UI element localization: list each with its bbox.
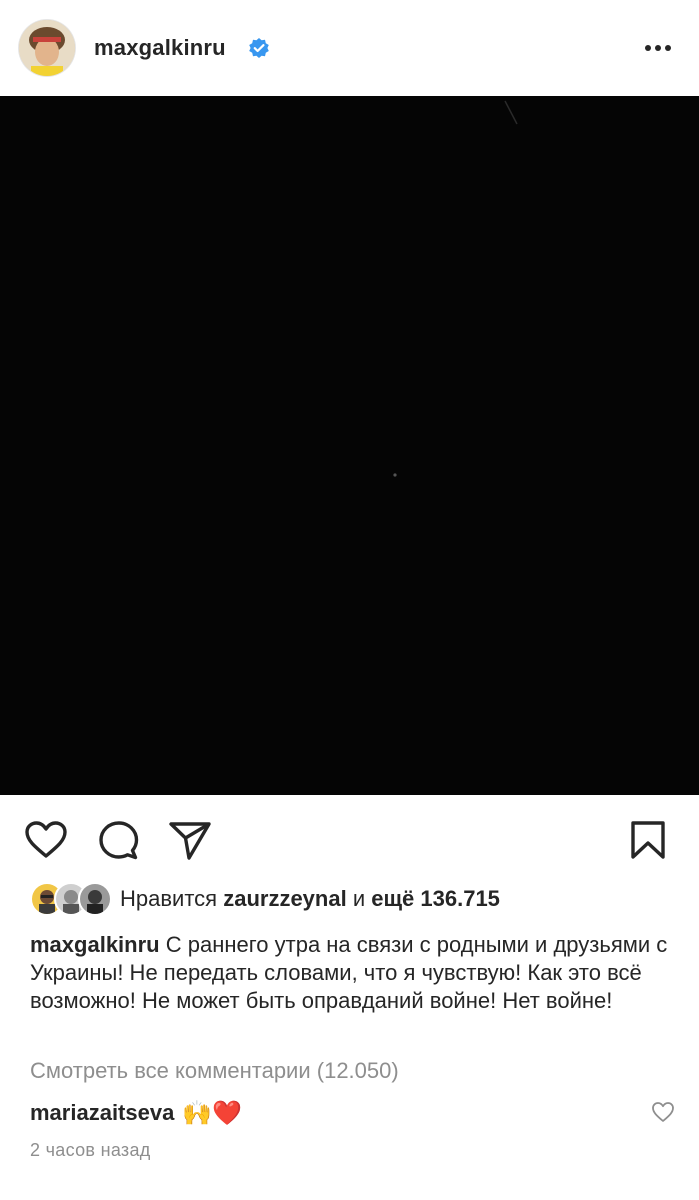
post-action-bar <box>0 810 699 870</box>
liker-avatar <box>78 882 112 916</box>
send-icon <box>169 822 211 860</box>
view-all-comments-link[interactable]: Смотреть все комментарии (12.050) <box>30 1058 399 1084</box>
liker-avatars <box>30 882 114 916</box>
post-photo[interactable] <box>0 96 699 795</box>
verified-badge-icon <box>249 38 269 58</box>
comment-item: mariazaitseva 🙌❤️ <box>30 1095 590 1131</box>
comment-text: 🙌❤️ <box>182 1099 243 1127</box>
comment-button[interactable] <box>97 820 141 860</box>
username-link[interactable]: maxgalkinru <box>94 35 226 61</box>
more-options-icon[interactable] <box>643 40 673 56</box>
post-header: maxgalkinru <box>0 0 699 96</box>
caption-username-link[interactable]: maxgalkinru <box>30 932 160 957</box>
likes-text: Нравится zaurzzeynal и ещё 136.715 <box>120 886 500 912</box>
likes-connector: и <box>352 886 366 911</box>
post-timestamp: 2 часов назад <box>30 1140 151 1160</box>
share-button[interactable] <box>168 820 212 860</box>
likes-others-link[interactable]: ещё 136.715 <box>371 886 500 911</box>
likes-prefix: Нравится <box>120 886 218 911</box>
likes-summary[interactable]: Нравится zaurzzeynal и ещё 136.715 <box>30 881 500 917</box>
user-avatar[interactable] <box>19 20 75 76</box>
night-sky-image <box>0 96 699 795</box>
comment-username-link[interactable]: mariazaitseva <box>30 1100 174 1126</box>
comment-icon <box>99 821 139 860</box>
like-button[interactable] <box>24 820 68 860</box>
heart-icon <box>25 821 67 858</box>
bookmark-icon <box>631 821 665 859</box>
post-caption: maxgalkinru С раннего утра на связи с ро… <box>30 931 670 1015</box>
comment-like-heart-icon[interactable] <box>651 1101 675 1123</box>
likes-user-link[interactable]: zaurzzeynal <box>223 886 347 911</box>
save-button[interactable] <box>628 820 672 860</box>
